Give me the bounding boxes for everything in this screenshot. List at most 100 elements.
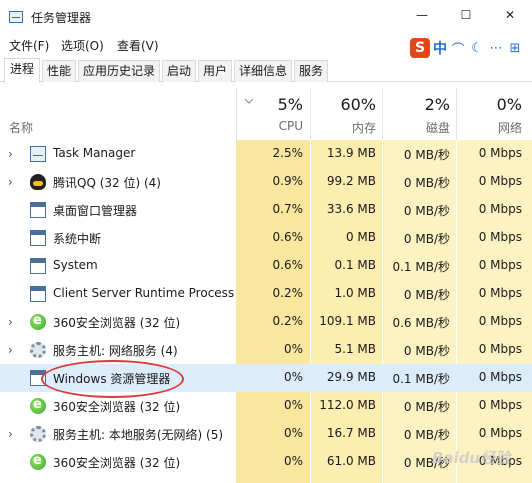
header-cpu-percent[interactable]: 5% [278,95,303,114]
menu-file[interactable]: 文件(F) [9,37,49,54]
expand-chevron-icon[interactable]: › [8,148,18,160]
cell-net: 0 Mbps [478,314,522,328]
process-row[interactable]: › 360安全浏览器 (32 位) 0.2% 109.1 MB 0.6 MB/秒 0 Mb… [0,308,532,336]
process-row[interactable]: 系统中断 0.6% 0 MB 0 MB/秒 0 Mbps [0,224,532,252]
cell-disk: 0.1 MB/秒 [392,372,450,386]
cell-mem: 13.9 MB [326,146,376,160]
tab-performance[interactable]: 性能 [42,60,76,82]
cell-mem: 112.0 MB [319,398,376,412]
window-icon [30,230,46,246]
tab-details[interactable]: 详细信息 [234,60,292,82]
cell-cpu: 0% [283,370,303,384]
header-name[interactable]: 名称 [9,119,33,136]
menu-view[interactable]: 查看(V) [117,37,159,54]
cell-cpu: 0% [283,342,303,356]
process-name: 360安全浏览器 (32 位) [53,400,181,414]
cell-disk: 0.6 MB/秒 [392,316,450,330]
process-row[interactable]: › Task Manager 2.5% 13.9 MB 0 MB/秒 0 Mbps [0,140,532,168]
expand-chevron-icon[interactable]: › [8,176,18,188]
cell-net: 0 Mbps [478,370,522,384]
process-row[interactable]: › 腾讯QQ (32 位) (4) 0.9% 99.2 MB 0 MB/秒 0 Mbps [0,168,532,196]
cell-mem: 61.0 MB [326,454,376,468]
cell-net: 0 Mbps [478,286,522,300]
cell-net: 0 Mbps [478,398,522,412]
header-network-percent[interactable]: 0% [497,95,522,114]
header-divider [310,88,311,140]
window-icon [30,286,46,302]
process-name: 360安全浏览器 (32 位) [53,316,181,330]
process-name: 腾讯QQ (32 位) (4) [53,176,161,190]
sort-chevron-icon[interactable] [244,96,254,106]
close-button[interactable]: ✕ [488,0,532,32]
cell-disk: 0 MB/秒 [403,176,450,190]
cell-cpu: 0.2% [272,314,304,328]
browser-icon [30,397,46,414]
ime-mode-toggle[interactable]: 中 [433,38,447,58]
minimize-button[interactable]: — [400,0,444,32]
tab-services[interactable]: 服务 [294,60,328,82]
expand-chevron-icon[interactable]: › [8,316,18,328]
tab-users[interactable]: 用户 [198,60,232,82]
gear-icon [30,426,46,442]
tab-processes[interactable]: 进程 [4,58,40,83]
cell-disk: 0 MB/秒 [403,232,450,246]
watermark: Baidu经验 [432,449,511,467]
qq-icon [30,174,46,190]
cell-cpu: 0.6% [272,258,304,272]
cell-mem: 109.1 MB [319,314,376,328]
process-row[interactable]: 360安全浏览器 (32 位) 0% 112.0 MB 0 MB/秒 0 Mbps [0,392,532,420]
cell-net: 0 Mbps [478,146,522,160]
process-row[interactable]: › 服务主机: 网络服务 (4) 0% 5.1 MB 0 MB/秒 0 Mbps [0,336,532,364]
header-memory-percent[interactable]: 60% [340,95,376,114]
process-row[interactable]: System 0.6% 0.1 MB 0.1 MB/秒 0 Mbps [0,252,532,280]
window-title: 任务管理器 [31,11,92,25]
tab-app-history[interactable]: 应用历史记录 [78,60,160,82]
browser-icon [30,453,46,470]
cell-mem: 99.2 MB [326,174,376,188]
cell-cpu: 0% [283,398,303,412]
cell-disk: 0 MB/秒 [403,148,450,162]
cell-disk: 0 MB/秒 [403,400,450,414]
process-row[interactable]: 桌面窗口管理器 0.7% 33.6 MB 0 MB/秒 0 Mbps [0,196,532,224]
cell-net: 0 Mbps [478,426,522,440]
tab-bar: 进程 性能 应用历史记录 启动 用户 详细信息 服务 [0,58,532,83]
cell-disk: 0 MB/秒 [403,288,450,302]
header-network-label[interactable]: 网络 [498,119,522,136]
header-divider [382,88,383,140]
annotation-circle [41,360,184,398]
maximize-button[interactable]: ☐ [444,0,488,32]
process-name: Task Manager [53,146,136,160]
cell-cpu: 0% [283,454,303,468]
gear-icon [30,342,46,358]
moon-icon[interactable]: ☾ [469,41,485,56]
dots-icon[interactable]: ⋯ [488,41,504,56]
window-icon [30,258,46,274]
cell-cpu: 0% [283,426,303,440]
title-bar: 任务管理器 — ☐ ✕ [0,0,532,32]
browser-icon [30,313,46,330]
cell-cpu: 0.6% [272,230,304,244]
header-disk-label[interactable]: 磁盘 [426,119,450,136]
punctuation-icon[interactable]: ⌒ [450,39,466,58]
process-row[interactable]: Client Server Runtime Process 0.2% 1.0 MB 0… [0,280,532,308]
cell-net: 0 Mbps [478,258,522,272]
menu-options[interactable]: 选项(O) [61,37,104,54]
expand-chevron-icon[interactable]: › [8,428,18,440]
process-name: Client Server Runtime Process [53,286,235,300]
process-row[interactable]: › 服务主机: 本地服务(无网络) (5) 0% 16.7 MB 0 MB/秒 0 Mbp… [0,420,532,448]
cell-net: 0 Mbps [478,230,522,244]
cell-net: 0 Mbps [478,174,522,188]
cell-cpu: 0.9% [272,174,304,188]
cell-cpu: 0.2% [272,286,304,300]
expand-chevron-icon[interactable]: › [8,344,18,356]
header-cpu-label[interactable]: CPU [279,119,303,133]
header-disk-percent[interactable]: 2% [425,95,450,114]
cell-cpu: 2.5% [272,146,304,160]
process-name: 桌面窗口管理器 [53,204,138,218]
grid-icon[interactable]: ⊞ [507,41,523,56]
cell-disk: 0 MB/秒 [403,428,450,442]
sogou-logo-icon[interactable]: S [410,38,430,58]
header-memory-label[interactable]: 内存 [352,119,376,136]
process-name: 服务主机: 本地服务(无网络) (5) [53,428,224,442]
tab-startup[interactable]: 启动 [162,60,196,82]
